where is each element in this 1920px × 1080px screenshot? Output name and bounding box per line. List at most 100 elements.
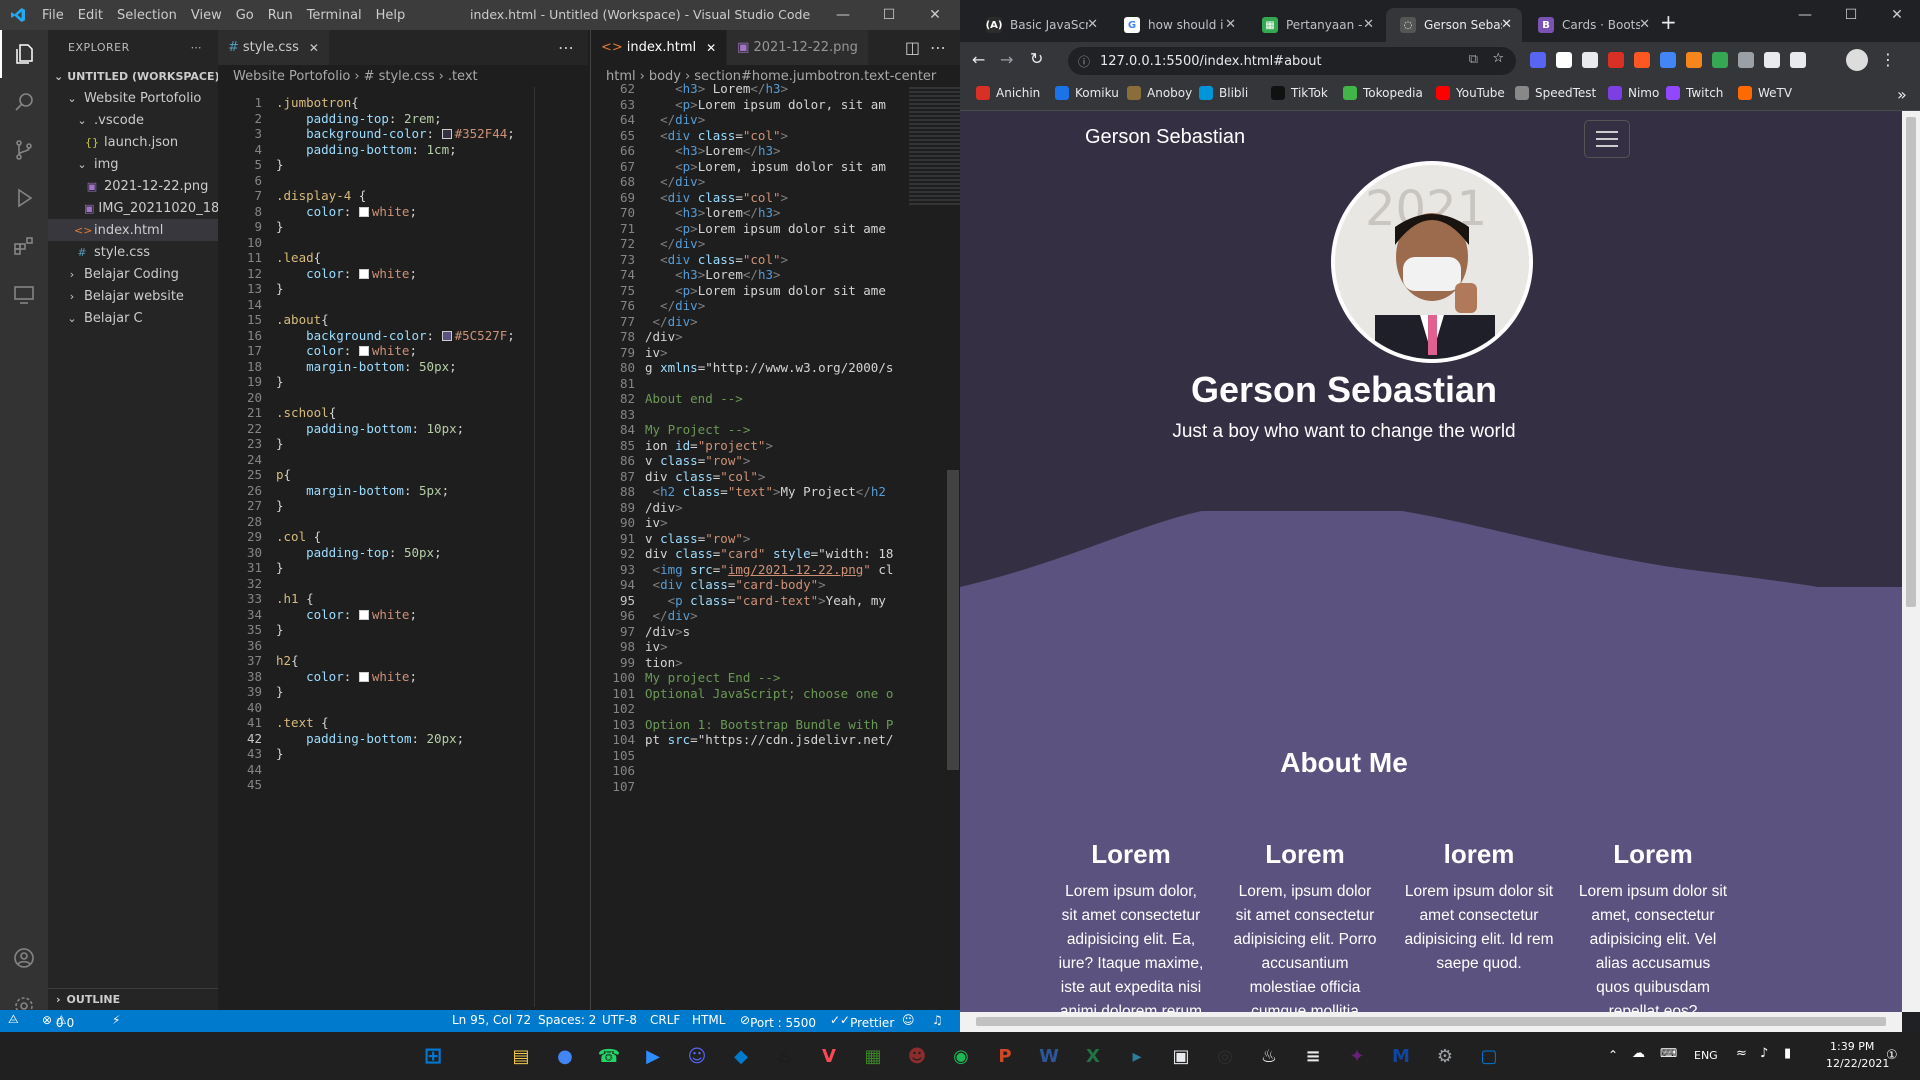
bookmark-item[interactable]: WeTV	[1738, 86, 1792, 100]
excel-icon[interactable]: X	[1078, 1041, 1108, 1071]
zoom-icon[interactable]: ▶	[638, 1041, 668, 1071]
breadcrumb-item[interactable]: # style.css	[364, 69, 435, 84]
menu-item[interactable]: View	[184, 8, 229, 23]
extension-icon[interactable]	[1634, 52, 1650, 68]
extension-icon[interactable]	[1764, 52, 1780, 68]
browser-tab[interactable]: (A) Basic JavaScri ✕	[972, 8, 1108, 42]
forward-arrow-icon[interactable]: →	[1000, 50, 1013, 69]
language-indicator[interactable]: ENG	[1694, 1049, 1718, 1062]
tree-item[interactable]: › Belajar Coding	[48, 263, 218, 285]
code-editor-html[interactable]: 62 <h3> Lorem</h3> 63 <p>Lorem ipsum dolo…	[591, 81, 960, 987]
tree-item[interactable]: ▣ 2021-12-22.png	[48, 175, 218, 197]
start-icon[interactable]: ⊞	[418, 1041, 448, 1071]
bookmark-item[interactable]: Nimo	[1608, 86, 1659, 100]
bookmark-item[interactable]: Komiku	[1055, 86, 1119, 100]
menu-item[interactable]: Help	[369, 8, 413, 23]
new-tab-button[interactable]: +	[1660, 10, 1677, 34]
tree-item[interactable]: <> index.html	[48, 219, 218, 241]
chrome-menu-icon[interactable]: ⋮	[1880, 50, 1896, 69]
share-icon[interactable]: ⧉	[1469, 52, 1478, 67]
bookmark-item[interactable]: Twitch	[1666, 86, 1723, 100]
page-vertical-scrollbar[interactable]	[1902, 111, 1920, 1012]
page-horizontal-scrollbar[interactable]	[960, 1012, 1902, 1032]
settings-icon[interactable]: ⚙	[1430, 1041, 1460, 1071]
problems-indicator[interactable]: ⊗ 0 ⚠ 0	[42, 1013, 74, 1030]
tree-item[interactable]: ⌄ Belajar C	[48, 307, 218, 329]
notification-icon[interactable]: ①	[1886, 1048, 1898, 1063]
extension-icon[interactable]	[1660, 52, 1676, 68]
store-icon[interactable]: ▣	[1166, 1041, 1196, 1071]
more-actions-icon[interactable]: ⋯	[558, 38, 574, 57]
address-bar[interactable]: ⓘ 127.0.0.1:5500/index.html#about ⧉ ☆	[1068, 47, 1516, 75]
bookmark-item[interactable]: YouTube	[1436, 86, 1505, 100]
tray-chevron-icon[interactable]: ⌃	[1608, 1048, 1618, 1062]
battery-icon[interactable]: ▮	[1784, 1046, 1791, 1061]
browser-tab[interactable]: ◌ Gerson Sebas ✕	[1386, 8, 1522, 42]
more-bookmarks-icon[interactable]: »	[1897, 85, 1907, 104]
visual-studio-icon[interactable]: ✦	[1342, 1041, 1372, 1071]
keyboard-icon[interactable]: ⌨	[1660, 1046, 1677, 1060]
run-debug-icon[interactable]	[0, 174, 48, 222]
onedrive-icon[interactable]: ☁	[1632, 1046, 1645, 1061]
feedback-icon[interactable]: ☺	[902, 1013, 915, 1027]
code-editor-css[interactable]: 1 .jumbotron{2 padding-top: 2rem; 3 backgr…	[218, 87, 588, 987]
bookmark-item[interactable]: SpeedTest	[1515, 86, 1596, 100]
remote-explorer-icon[interactable]	[0, 270, 48, 318]
back-arrow-icon[interactable]: ←	[972, 50, 985, 69]
extension-icon[interactable]	[1790, 52, 1806, 68]
more-actions-icon[interactable]: ⋯	[930, 38, 946, 57]
notifications-bell-icon[interactable]: ♫	[932, 1013, 943, 1027]
steam-alt-icon[interactable]: ♨	[1254, 1041, 1284, 1071]
extension-icon[interactable]	[1530, 52, 1546, 68]
browser-tab[interactable]: ▦ Pertanyaan - ✕	[1248, 8, 1384, 42]
explorer-icon[interactable]	[0, 30, 48, 78]
close-tab-icon[interactable]: ✕	[1363, 17, 1374, 32]
breadcrumb-item[interactable]: Website Portofolio	[233, 69, 350, 84]
vscode-icon[interactable]: ◆	[726, 1041, 756, 1071]
language-mode[interactable]: HTML	[692, 1013, 725, 1027]
teams-icon[interactable]: ▢	[1474, 1041, 1504, 1071]
bookmark-item[interactable]: Tokopedia	[1343, 86, 1423, 100]
malwarebytes-icon[interactable]: M	[1386, 1041, 1416, 1071]
bookmark-item[interactable]: Blibli	[1199, 86, 1248, 100]
close-tab-icon[interactable]: ✕	[1639, 17, 1650, 32]
menu-item[interactable]: File	[35, 8, 71, 23]
tree-item[interactable]: › Belajar website	[48, 285, 218, 307]
extension-icon[interactable]	[1608, 52, 1624, 68]
minecraft-icon[interactable]: ▦	[858, 1041, 888, 1071]
source-control-icon[interactable]	[0, 126, 48, 174]
navbar-brand[interactable]: Gerson Sebastian	[1085, 126, 1245, 149]
minimap[interactable]	[909, 87, 961, 207]
steam-icon[interactable]: ♨	[770, 1041, 800, 1071]
extension-icon[interactable]	[1686, 52, 1702, 68]
split-editor-icon[interactable]: ◫	[905, 38, 920, 57]
reload-icon[interactable]: ↻	[1030, 49, 1043, 68]
breadcrumb-item[interactable]: .text	[448, 69, 478, 84]
more-actions-icon[interactable]: ⋯	[191, 41, 203, 54]
bookmark-item[interactable]: Anichin	[976, 86, 1040, 100]
minimize-button[interactable]: —	[820, 0, 866, 30]
close-window-button[interactable]: ✕	[1874, 0, 1920, 30]
outline-section[interactable]: › OUTLINE	[48, 988, 218, 1010]
tree-item[interactable]: {} launch.json	[48, 131, 218, 153]
whatsapp-icon[interactable]: ☎	[594, 1041, 624, 1071]
live-server-port[interactable]: ⊘ Port : 5500	[740, 1013, 816, 1030]
extension-icon[interactable]	[1556, 52, 1572, 68]
profile-avatar[interactable]	[1846, 49, 1868, 71]
browser-tab[interactable]: Ghow should i ✕	[1110, 8, 1246, 42]
workspace-header[interactable]: ⌄ UNTITLED (WORKSPACE)	[48, 65, 220, 87]
clock-date[interactable]: 12/22/2021	[1826, 1057, 1889, 1070]
editor-scrollbar[interactable]	[947, 470, 959, 770]
bookmark-item[interactable]: Anoboy	[1127, 86, 1192, 100]
file-explorer-icon[interactable]: ▤	[506, 1041, 536, 1071]
obs-icon[interactable]: ◎	[1210, 1041, 1240, 1071]
menu-item[interactable]: Selection	[110, 8, 184, 23]
spotify-icon[interactable]: ◉	[946, 1041, 976, 1071]
game-icon[interactable]: ☻	[902, 1041, 932, 1071]
close-tab-icon[interactable]: ✕	[1501, 17, 1512, 32]
prettier-status[interactable]: ✓✓ Prettier	[830, 1013, 894, 1030]
bookmark-star-icon[interactable]: ☆	[1492, 51, 1504, 66]
extension-icon[interactable]	[1738, 52, 1754, 68]
tree-item[interactable]: # style.css	[48, 241, 218, 263]
encoding[interactable]: UTF-8	[602, 1013, 637, 1027]
